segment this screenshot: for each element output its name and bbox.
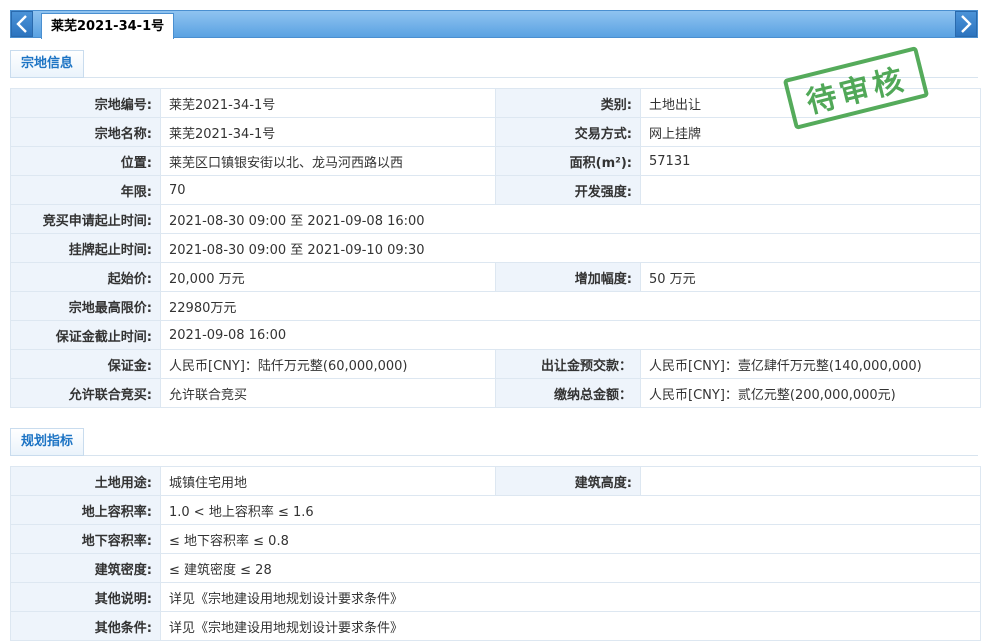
- parcel-info-table: 宗地编号: 莱芜2021-34-1号 类别: 土地出让 宗地名称: 莱芜2021-34-1…: [10, 88, 981, 408]
- table-row: 建筑密度: ≤ 建筑密度 ≤ 28: [10, 553, 981, 583]
- field-label: 位置:: [10, 146, 161, 176]
- section-planning-indicators-title: 规划指标: [10, 428, 85, 456]
- chevron-right-icon: [961, 15, 972, 33]
- table-row: 其他说明: 详见《宗地建设用地规划设计要求条件》: [10, 582, 981, 612]
- field-value: 人民币[CNY]：壹亿肆仟万元整(140,000,000): [640, 349, 981, 379]
- tab-next-button[interactable]: [955, 11, 977, 37]
- field-value: 莱芜2021-34-1号: [160, 117, 496, 147]
- field-value: 70: [160, 175, 496, 205]
- field-label: 竞买申请起止时间:: [10, 204, 161, 234]
- tab-bar: 莱芜2021-34-1号: [10, 10, 978, 39]
- field-label: 宗地最高限价:: [10, 291, 161, 321]
- field-label: 宗地名称:: [10, 117, 161, 147]
- field-value: 50 万元: [640, 262, 981, 292]
- field-value: 57131: [640, 146, 981, 176]
- field-value: 人民币[CNY]：贰亿元整(200,000,000元): [640, 378, 981, 408]
- table-row: 地下容积率: ≤ 地下容积率 ≤ 0.8: [10, 524, 981, 554]
- field-value: 2021-08-30 09:00 至 2021-09-10 09:30: [160, 233, 981, 263]
- field-value: [640, 466, 981, 496]
- table-row: 允许联合竞买: 允许联合竞买 缴纳总金额： 人民币[CNY]：贰亿元整(200,000…: [10, 378, 981, 408]
- field-value: 详见《宗地建设用地规划设计要求条件》: [160, 582, 981, 612]
- field-label: 允许联合竞买:: [10, 378, 161, 408]
- table-row: 其他条件: 详见《宗地建设用地规划设计要求条件》: [10, 611, 981, 641]
- field-label: 年限:: [10, 175, 161, 205]
- table-row: 年限: 70 开发强度:: [10, 175, 981, 205]
- table-row: 土地用途: 城镇住宅用地 建筑高度:: [10, 466, 981, 496]
- field-label: 开发强度:: [495, 175, 641, 205]
- field-value: 人民币[CNY]：陆仟万元整(60,000,000): [160, 349, 496, 379]
- tab-prev-button[interactable]: [11, 11, 33, 37]
- field-value: ≤ 建筑密度 ≤ 28: [160, 553, 981, 583]
- table-row: 宗地最高限价: 22980万元: [10, 291, 981, 321]
- field-label: 建筑高度:: [495, 466, 641, 496]
- field-label: 缴纳总金额：: [495, 378, 641, 408]
- field-label: 土地用途:: [10, 466, 161, 496]
- field-label: 出让金预交款：: [495, 349, 641, 379]
- field-label: 宗地编号:: [10, 88, 161, 118]
- field-value: ≤ 地下容积率 ≤ 0.8: [160, 524, 981, 554]
- field-label: 地下容积率:: [10, 524, 161, 554]
- field-label: 交易方式:: [495, 117, 641, 147]
- field-value: 1.0 < 地上容积率 ≤ 1.6: [160, 495, 981, 525]
- section-parcel-info-title: 宗地信息: [10, 50, 85, 78]
- field-label: 增加幅度:: [495, 262, 641, 292]
- field-value: 2021-09-08 16:00: [160, 320, 981, 350]
- table-row: 宗地名称: 莱芜2021-34-1号 交易方式: 网上挂牌: [10, 117, 981, 147]
- field-value: 城镇住宅用地: [160, 466, 496, 496]
- table-row: 竞买申请起止时间: 2021-08-30 09:00 至 2021-09-08 1…: [10, 204, 981, 234]
- field-label: 其他条件:: [10, 611, 161, 641]
- chevron-left-icon: [16, 15, 27, 33]
- table-row: 起始价: 20,000 万元 增加幅度: 50 万元: [10, 262, 981, 292]
- field-label: 保证金截止时间:: [10, 320, 161, 350]
- field-value: 20,000 万元: [160, 262, 496, 292]
- table-row: 地上容积率: 1.0 < 地上容积率 ≤ 1.6: [10, 495, 981, 525]
- field-label: 起始价:: [10, 262, 161, 292]
- field-value: 莱芜2021-34-1号: [160, 88, 496, 118]
- field-label: 保证金:: [10, 349, 161, 379]
- field-value: [640, 175, 981, 205]
- field-label: 挂牌起止时间:: [10, 233, 161, 263]
- field-label: 面积(m²):: [495, 146, 641, 176]
- field-label: 建筑密度:: [10, 553, 161, 583]
- field-value: 允许联合竞买: [160, 378, 496, 408]
- field-value: 详见《宗地建设用地规划设计要求条件》: [160, 611, 981, 641]
- table-row: 保证金: 人民币[CNY]：陆仟万元整(60,000,000) 出让金预交款： 人民币…: [10, 349, 981, 379]
- planning-indicators-table: 土地用途: 城镇住宅用地 建筑高度: 地上容积率: 1.0 < 地上容积率 ≤ 1.6 地…: [10, 466, 981, 641]
- section-planning-indicators: 规划指标: [10, 428, 978, 456]
- field-value: 莱芜区口镇银安街以北、龙马河西路以西: [160, 146, 496, 176]
- table-row: 挂牌起止时间: 2021-08-30 09:00 至 2021-09-10 09:…: [10, 233, 981, 263]
- table-row: 保证金截止时间: 2021-09-08 16:00: [10, 320, 981, 350]
- field-label: 类别:: [495, 88, 641, 118]
- table-row: 位置: 莱芜区口镇银安街以北、龙马河西路以西 面积(m²): 57131: [10, 146, 981, 176]
- tab-parcel[interactable]: 莱芜2021-34-1号: [41, 13, 175, 39]
- field-value: 22980万元: [160, 291, 981, 321]
- field-value: 2021-08-30 09:00 至 2021-09-08 16:00: [160, 204, 981, 234]
- field-label: 其他说明:: [10, 582, 161, 612]
- field-label: 地上容积率:: [10, 495, 161, 525]
